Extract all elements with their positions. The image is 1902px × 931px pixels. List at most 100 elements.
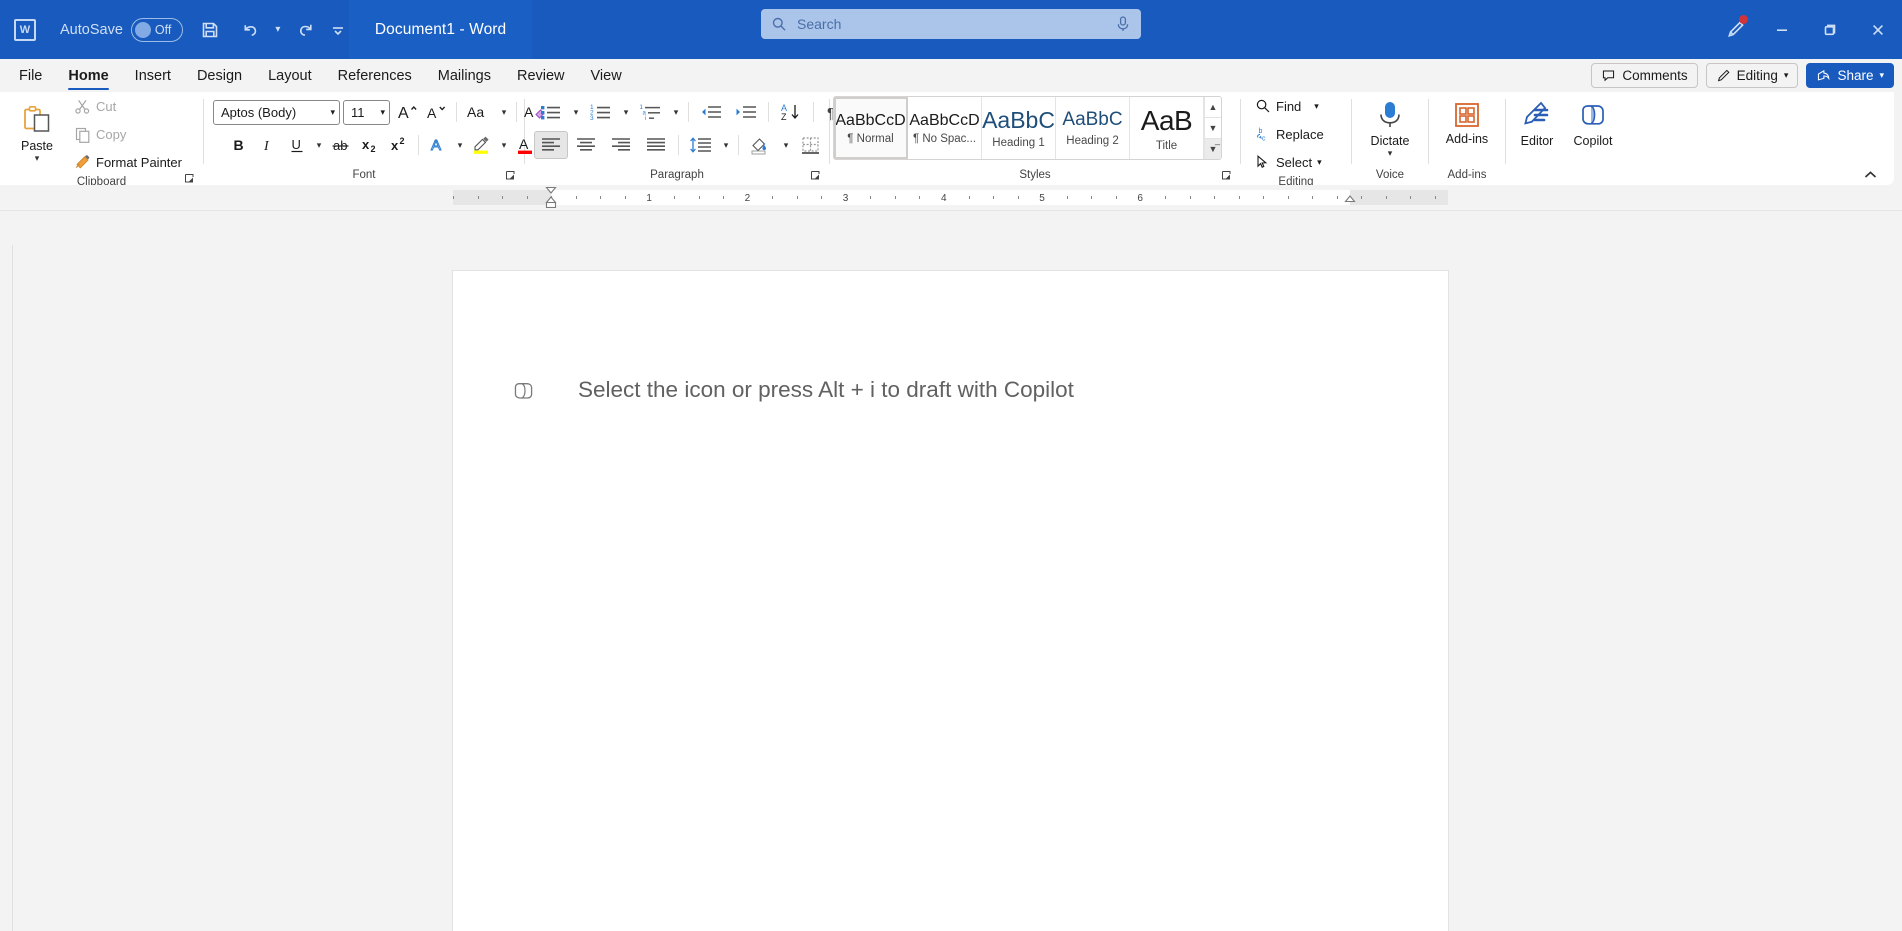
- font-size-combo[interactable]: 11 ▾: [343, 99, 390, 125]
- style-normal[interactable]: AaBbCcD ¶ Normal: [834, 97, 908, 159]
- search-input[interactable]: Search: [761, 9, 1141, 39]
- format-painter-button[interactable]: Format Painter: [69, 148, 187, 176]
- align-left-button[interactable]: [534, 131, 568, 159]
- restore-icon[interactable]: [1806, 0, 1854, 59]
- replace-button[interactable]: bc Replace: [1250, 120, 1329, 148]
- right-indent-marker-icon[interactable]: [1344, 186, 1356, 208]
- minimize-icon[interactable]: [1758, 0, 1806, 59]
- numbering-button[interactable]: 123: [584, 98, 618, 126]
- text-effects-chevron-down-icon[interactable]: ▾: [453, 131, 467, 159]
- select-button[interactable]: Select ▾: [1250, 148, 1327, 176]
- cut-button[interactable]: Cut: [69, 92, 121, 120]
- dictate-chevron-down-icon[interactable]: ▾: [1388, 148, 1393, 158]
- ruler-minor-tick: [600, 196, 602, 199]
- paragraph-dialog-launcher-icon[interactable]: [810, 170, 822, 182]
- bullets-button[interactable]: [534, 98, 568, 126]
- styles-dialog-launcher-icon[interactable]: [1221, 170, 1233, 182]
- underline-button[interactable]: U: [283, 131, 311, 159]
- justify-button[interactable]: [639, 131, 673, 159]
- align-right-button[interactable]: [604, 131, 638, 159]
- tab-home[interactable]: Home: [55, 59, 121, 92]
- customize-quick-access-toolbar-chevron-down-icon[interactable]: [327, 11, 349, 49]
- italic-button[interactable]: I: [254, 131, 282, 159]
- line-spacing-chevron-down-icon[interactable]: ▾: [719, 131, 733, 159]
- change-case-chevron-down-icon[interactable]: ▾: [497, 98, 511, 126]
- increase-indent-button[interactable]: [729, 98, 763, 126]
- save-icon[interactable]: [191, 11, 229, 49]
- autosave-switch[interactable]: Off: [130, 17, 183, 42]
- copilot-button[interactable]: Copilot: [1565, 95, 1621, 163]
- align-center-button[interactable]: [569, 131, 603, 159]
- shading-button[interactable]: [744, 131, 778, 159]
- multilevel-list-chevron-down-icon[interactable]: ▾: [669, 98, 683, 126]
- tab-file[interactable]: File: [6, 59, 55, 92]
- find-chevron-down-icon[interactable]: ▾: [1306, 101, 1319, 112]
- numbering-chevron-down-icon[interactable]: ▾: [619, 98, 633, 126]
- more-styles-icon[interactable]: ▼̅: [1205, 139, 1221, 159]
- underline-chevron-down-icon[interactable]: ▾: [312, 131, 326, 159]
- grow-font-button[interactable]: A: [394, 98, 422, 126]
- add-ins-button[interactable]: Add-ins: [1439, 95, 1495, 163]
- editor-button[interactable]: Editor: [1509, 95, 1565, 163]
- scroll-up-icon[interactable]: ▲: [1205, 97, 1221, 118]
- find-button[interactable]: Find ▾: [1250, 92, 1324, 120]
- multilevel-list-button[interactable]: 1ai: [634, 98, 668, 126]
- copilot-draft-prompt[interactable]: Select the icon or press Alt + i to draf…: [510, 377, 1074, 403]
- copy-button[interactable]: Copy: [69, 120, 131, 148]
- line-spacing-button[interactable]: [684, 131, 718, 159]
- style-heading-2[interactable]: AaBbC Heading 2: [1056, 97, 1130, 159]
- dictate-button[interactable]: Dictate ▾: [1362, 95, 1418, 163]
- ruler-right-margin[interactable]: [1349, 190, 1448, 205]
- text-highlight-color-button[interactable]: [468, 131, 496, 159]
- bullets-chevron-down-icon[interactable]: ▾: [569, 98, 583, 126]
- style-title[interactable]: AaB Title: [1130, 97, 1204, 159]
- ruler-text-area[interactable]: [551, 190, 1350, 205]
- undo-dropdown-chevron-down-icon[interactable]: ▾: [271, 11, 285, 49]
- pen-notification-icon[interactable]: [1710, 0, 1758, 59]
- collapse-ribbon-chevron-up-icon[interactable]: [1863, 169, 1878, 181]
- share-button[interactable]: Share ▾: [1806, 63, 1894, 88]
- undo-icon[interactable]: [231, 11, 269, 49]
- left-indent-marker-icon[interactable]: [545, 186, 557, 208]
- sort-button[interactable]: AZ: [774, 98, 808, 126]
- document-page[interactable]: Select the icon or press Alt + i to draf…: [453, 271, 1448, 931]
- close-icon[interactable]: [1854, 0, 1902, 59]
- comments-button[interactable]: Comments: [1591, 63, 1698, 88]
- search-container[interactable]: Search: [761, 9, 1141, 39]
- strikethrough-button[interactable]: ab: [327, 131, 355, 159]
- font-name-chevron-down-icon[interactable]: ▾: [324, 107, 335, 118]
- change-case-button[interactable]: Aa: [462, 98, 496, 126]
- shrink-font-button[interactable]: A: [423, 98, 451, 126]
- tab-design[interactable]: Design: [184, 59, 255, 92]
- clipboard-dialog-launcher-icon[interactable]: [184, 173, 196, 185]
- redo-icon[interactable]: [287, 11, 325, 49]
- font-dialog-launcher-icon[interactable]: [505, 170, 517, 182]
- tab-insert[interactable]: Insert: [122, 59, 184, 92]
- scroll-down-icon[interactable]: ▼: [1205, 118, 1221, 139]
- text-effects-button[interactable]: A: [424, 131, 452, 159]
- subscript-button[interactable]: x2: [356, 131, 384, 159]
- style-heading-1[interactable]: AaBbС Heading 1: [982, 97, 1056, 159]
- autosave-toggle[interactable]: AutoSave Off: [46, 11, 189, 49]
- copilot-icon[interactable]: [510, 377, 540, 403]
- text-highlight-chevron-down-icon[interactable]: ▾: [497, 131, 511, 159]
- tab-references[interactable]: References: [325, 59, 425, 92]
- paste-chevron-down-icon[interactable]: ▾: [35, 154, 40, 163]
- font-name-combo[interactable]: Aptos (Body) ▾: [213, 99, 340, 125]
- font-size-chevron-down-icon[interactable]: ▾: [374, 107, 385, 118]
- decrease-indent-button[interactable]: [694, 98, 728, 126]
- superscript-button[interactable]: x2: [385, 131, 413, 159]
- style-no-spacing[interactable]: AaBbCcD ¶ No Spac...: [908, 97, 982, 159]
- borders-button[interactable]: [794, 131, 828, 159]
- editing-mode-button[interactable]: Editing ▾: [1705, 63, 1799, 88]
- tab-layout[interactable]: Layout: [255, 59, 325, 92]
- tab-mailings[interactable]: Mailings: [425, 59, 504, 92]
- select-chevron-down-icon[interactable]: ▾: [1317, 157, 1322, 168]
- horizontal-ruler[interactable]: 1 2 3 4 5 6: [453, 186, 1448, 208]
- bold-button[interactable]: B: [225, 131, 253, 159]
- tab-view[interactable]: View: [578, 59, 635, 92]
- paste-button[interactable]: Paste ▾: [9, 100, 65, 168]
- microphone-icon[interactable]: [1115, 15, 1131, 33]
- tab-review[interactable]: Review: [504, 59, 578, 92]
- shading-chevron-down-icon[interactable]: ▾: [779, 131, 793, 159]
